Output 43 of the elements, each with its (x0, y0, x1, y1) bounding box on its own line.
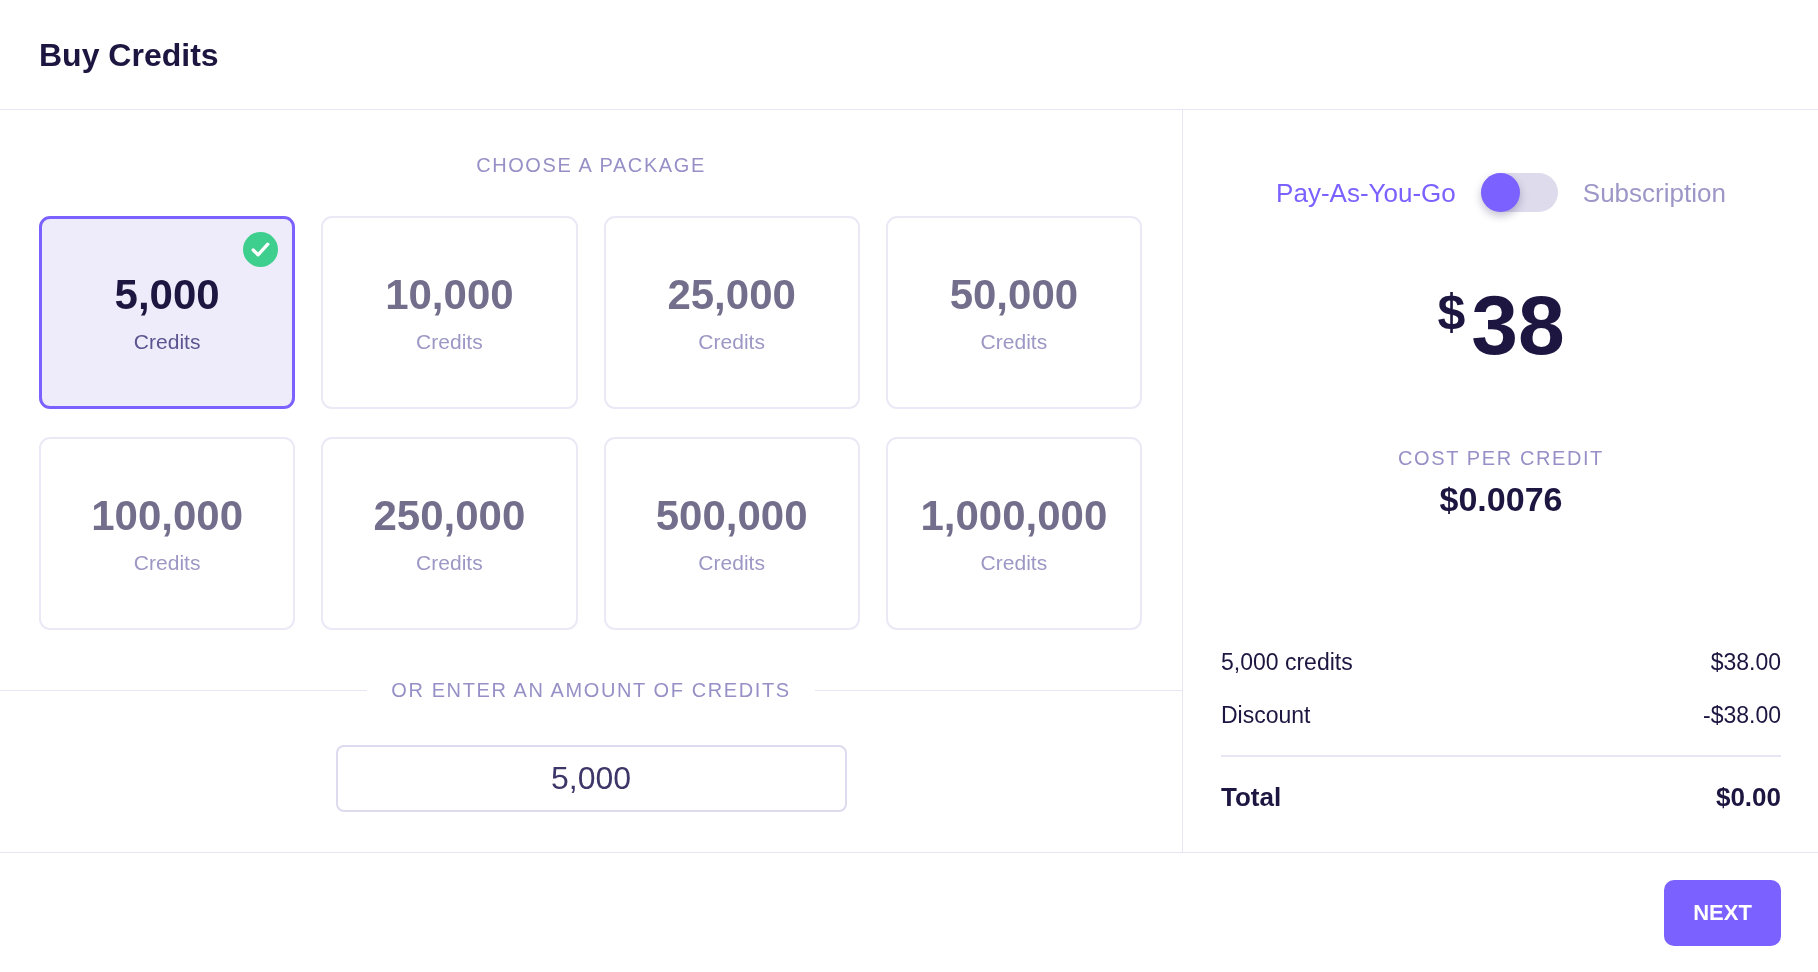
summary-label: 5,000 credits (1221, 648, 1353, 677)
next-button[interactable]: NEXT (1664, 880, 1781, 946)
credits-input[interactable]: 5,000 (335, 745, 847, 812)
credit-amount: 10,000 (385, 270, 514, 319)
credit-unit-label: Credits (980, 549, 1048, 576)
page-title: Buy Credits (39, 35, 219, 75)
credit-amount: 100,000 (91, 491, 244, 540)
section-heading: OR ENTER AN AMOUNT OF CREDITS (391, 678, 791, 702)
summary-value: $38.00 (1710, 648, 1781, 677)
package-card[interactable]: 50,000 Credits (885, 216, 1142, 409)
credit-unit-label: Credits (133, 549, 201, 576)
summary-value: -$38.00 (1703, 701, 1781, 730)
credit-amount: 250,000 (373, 491, 526, 540)
package-card[interactable]: 10,000 Credits (321, 216, 578, 409)
total-label: Total (1221, 781, 1282, 813)
price-amount: 38 (1471, 283, 1565, 367)
credit-amount: 500,000 (655, 491, 808, 540)
total-value: $0.00 (1715, 781, 1781, 813)
credit-amount: 25,000 (667, 270, 796, 319)
currency-symbol: $ (1437, 287, 1466, 337)
credit-unit-label: Credits (698, 328, 765, 355)
credit-unit-label: Credits (416, 328, 483, 355)
credit-unit-label: Credits (416, 549, 483, 576)
credit-unit-label: Credits (133, 328, 201, 355)
package-card[interactable]: 5,000 Credits (39, 216, 296, 409)
toggle-label: Subscription (1582, 176, 1726, 209)
summary-label: Discount (1221, 701, 1311, 730)
package-card[interactable]: 100,000 Credits (39, 437, 296, 630)
package-card[interactable]: 25,000 Credits (603, 216, 860, 409)
package-card[interactable]: 250,000 Credits (321, 437, 578, 630)
credit-unit-label: Credits (980, 328, 1048, 355)
package-card[interactable]: 500,000 Credits (603, 437, 860, 630)
credit-amount: 5,000 (114, 270, 220, 319)
package-card[interactable]: 1,000,000 Credits (885, 437, 1142, 630)
billing-toggle[interactable] (1480, 173, 1558, 212)
credit-amount: 50,000 (949, 270, 1079, 319)
credit-unit-label: Credits (698, 549, 765, 576)
check-icon (243, 232, 279, 267)
credit-amount: 1,000,000 (920, 491, 1108, 540)
toggle-label: Pay-As-You-Go (1276, 176, 1456, 209)
section-heading: CHOOSE A PACKAGE (476, 153, 706, 177)
cost-per-credit-label: COST PER CREDIT (1398, 446, 1604, 470)
cost-per-credit-value: $0.0076 (1439, 479, 1563, 519)
